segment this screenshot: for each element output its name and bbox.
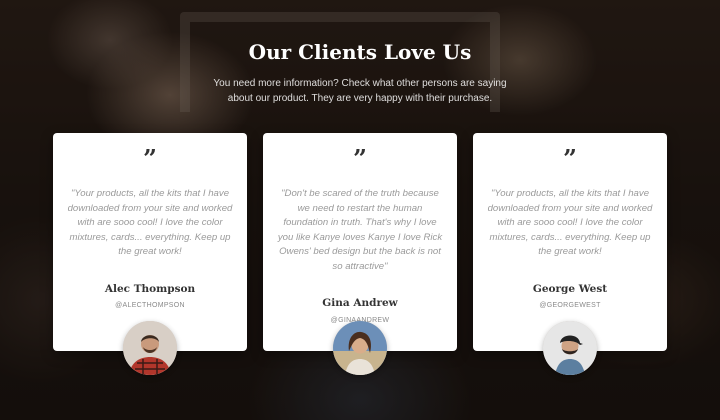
quote-icon: ” xyxy=(353,144,367,173)
testimonial-author-name: Alec Thompson xyxy=(104,283,196,295)
avatar xyxy=(123,321,177,375)
avatar-man-cap xyxy=(543,321,597,375)
testimonial-text: "Your products, all the kits that I have… xyxy=(487,188,653,257)
testimonial-author-name: Gina Andrew xyxy=(322,297,398,309)
avatar-woman-outdoors xyxy=(333,321,387,375)
testimonial-card-gina: ” "Don't be scared of the truth because … xyxy=(263,133,457,375)
testimonial-author-handle: @ALECTHOMPSON xyxy=(115,302,185,309)
quote-icon: ” xyxy=(563,144,577,173)
testimonial-author-name: George West xyxy=(532,283,608,295)
testimonial-card-george: ” "Your products, all the kits that I ha… xyxy=(473,133,667,375)
testimonial-text: "Don't be scared of the truth because we… xyxy=(277,188,443,272)
testimonial-text: "Your products, all the kits that I have… xyxy=(67,188,233,257)
avatar-man-plaid-shirt xyxy=(123,321,177,375)
section-title: Our Clients Love Us xyxy=(248,40,472,64)
avatar xyxy=(333,321,387,375)
quote-icon: ” xyxy=(143,144,157,173)
section-subtitle: You need more information? Check what ot… xyxy=(213,78,507,104)
avatar xyxy=(543,321,597,375)
testimonial-author-handle: @GEORGEWEST xyxy=(539,302,601,309)
testimonial-card-alec: ” "Your products, all the kits that I ha… xyxy=(53,133,247,375)
